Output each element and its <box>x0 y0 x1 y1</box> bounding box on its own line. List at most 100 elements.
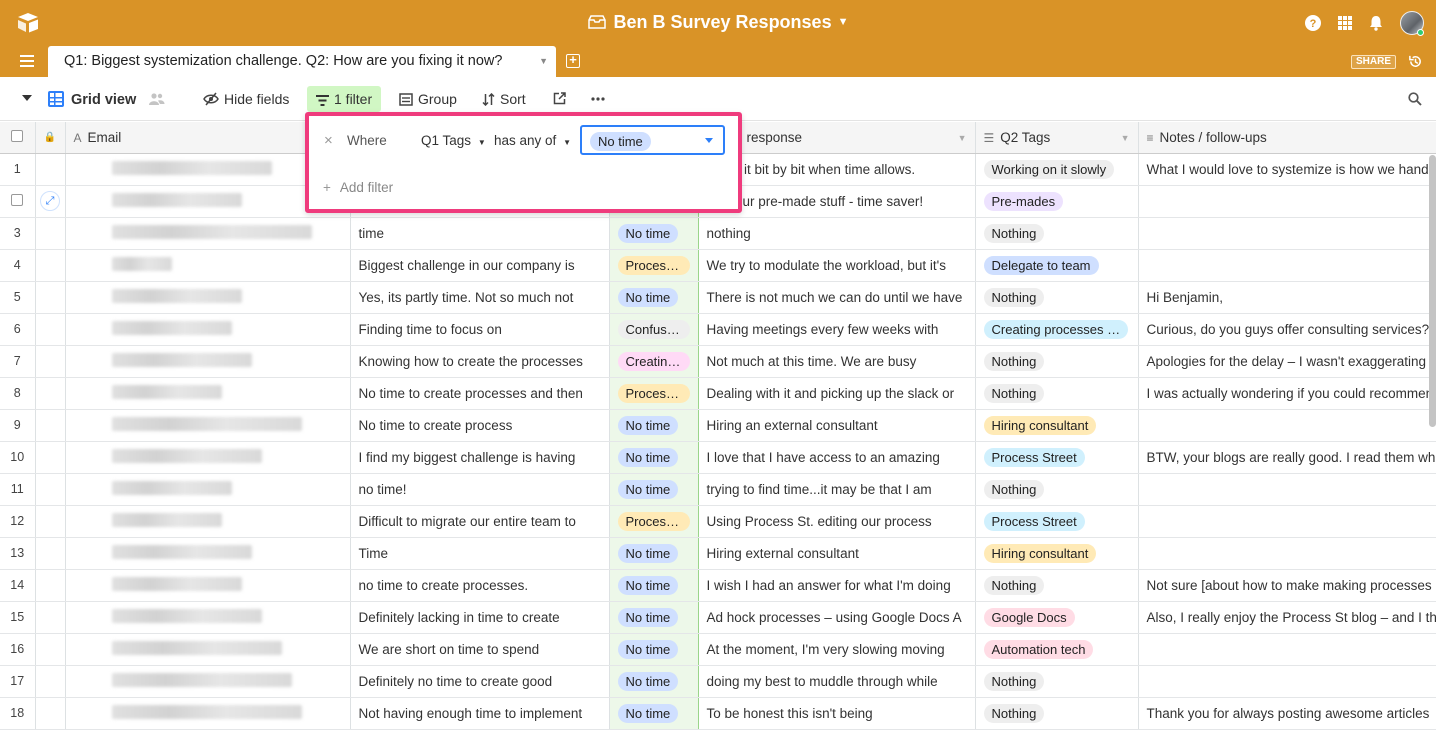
search-icon[interactable] <box>1408 92 1422 106</box>
row-number-cell[interactable]: 14 <box>0 569 36 602</box>
q1-cell[interactable]: no time! <box>350 473 610 506</box>
notes-cell[interactable] <box>1138 505 1436 538</box>
q2-response-cell[interactable]: At the moment, I'm very slowing moving <box>698 633 976 666</box>
row-expand-cell[interactable] <box>35 281 66 314</box>
notes-cell[interactable]: Hi Benjamin, <box>1138 281 1436 314</box>
notes-cell[interactable]: Thank you for always posting awesome art… <box>1138 697 1436 730</box>
q2-response-cell[interactable]: Using Process St. editing our process <box>698 505 976 538</box>
row-number-cell[interactable]: 5 <box>0 281 36 314</box>
email-cell[interactable] <box>65 441 351 474</box>
q2-tags-cell[interactable]: Automation tech <box>975 633 1139 666</box>
q2-response-cell[interactable]: trying to find time...it may be that I a… <box>698 473 976 506</box>
q2-tags-cell[interactable]: Delegate to team <box>975 249 1139 282</box>
row-number-cell[interactable]: 6 <box>0 313 36 346</box>
row-expand-cell[interactable] <box>35 601 66 634</box>
row-expand-cell[interactable] <box>35 473 66 506</box>
notes-cell[interactable] <box>1138 249 1436 282</box>
notes-cell[interactable] <box>1138 665 1436 698</box>
menu-icon[interactable] <box>20 55 34 67</box>
email-cell[interactable] <box>65 697 351 730</box>
email-cell[interactable] <box>65 249 351 282</box>
row-expand-cell[interactable] <box>35 377 66 410</box>
notes-cell[interactable]: What I would love to systemize is how we… <box>1138 153 1436 186</box>
email-cell[interactable] <box>65 569 351 602</box>
q2-tags-cell[interactable]: Hiring consultant <box>975 409 1139 442</box>
table-row[interactable]: 11 no time! No time trying to find time...i… <box>0 473 1436 506</box>
q2-tags-cell[interactable]: Nothing <box>975 697 1139 730</box>
email-cell[interactable] <box>65 537 351 570</box>
tab-table-q1[interactable]: Q1: Biggest systemization challenge. Q2:… <box>48 46 556 77</box>
notes-cell[interactable]: BTW, your blogs are really good. I read … <box>1138 441 1436 474</box>
q1-tags-cell[interactable]: Confuse… <box>609 313 699 346</box>
q1-cell[interactable]: Yes, its partly time. Not so much not <box>350 281 610 314</box>
view-switcher-caret-icon[interactable] <box>22 95 32 101</box>
row-number-cell[interactable]: 4 <box>0 249 36 282</box>
q1-cell[interactable]: Definitely lacking in time to create <box>350 601 610 634</box>
notes-cell[interactable] <box>1138 633 1436 666</box>
row-expand-cell[interactable] <box>35 345 66 378</box>
q1-tags-cell[interactable]: No time <box>609 281 699 314</box>
q1-tags-cell[interactable]: No time <box>609 697 699 730</box>
column-header-notes[interactable]: ≡ Notes / follow-ups <box>1138 122 1436 154</box>
group-button[interactable]: Group <box>399 91 457 107</box>
q2-tags-cell[interactable]: Nothing <box>975 569 1139 602</box>
view-name-button[interactable]: Grid view <box>48 91 170 108</box>
help-icon[interactable]: ? <box>1304 14 1322 32</box>
filter-operator-select[interactable]: has any of ▼ <box>494 133 571 148</box>
q1-cell[interactable]: time <box>350 217 610 250</box>
email-cell[interactable] <box>65 601 351 634</box>
row-number-cell[interactable]: 17 <box>0 665 36 698</box>
q2-tags-cell[interactable]: Nothing <box>975 473 1139 506</box>
q2-response-cell[interactable]: Hiring an external consultant <box>698 409 976 442</box>
q1-tags-cell[interactable]: No time <box>609 633 699 666</box>
row-number-cell[interactable]: 11 <box>0 473 36 506</box>
chevron-down-icon[interactable]: ▼ <box>1121 133 1130 143</box>
q2-response-cell[interactable]: To be honest this isn't being <box>698 697 976 730</box>
table-row[interactable]: 10 I find my biggest challenge is having N… <box>0 441 1436 474</box>
row-expand-cell[interactable] <box>35 505 66 538</box>
notes-cell[interactable]: Curious, do you guys offer consulting se… <box>1138 313 1436 346</box>
q1-tags-cell[interactable]: No time <box>609 441 699 474</box>
q1-cell[interactable]: no time to create processes. <box>350 569 610 602</box>
notes-cell[interactable] <box>1138 217 1436 250</box>
row-expand-cell[interactable]: ⤢ <box>35 185 66 218</box>
row-expand-cell[interactable] <box>35 537 66 570</box>
row-expand-cell[interactable] <box>35 217 66 250</box>
q1-tags-cell[interactable]: Process … <box>609 505 699 538</box>
q1-cell[interactable]: No time to create processes and then <box>350 377 610 410</box>
apps-icon[interactable] <box>1336 14 1354 32</box>
row-expand-cell[interactable] <box>35 313 66 346</box>
row-number-cell[interactable]: 1 <box>0 153 36 186</box>
email-cell[interactable] <box>65 217 351 250</box>
q1-tags-cell[interactable]: Process … <box>609 249 699 282</box>
row-number-cell[interactable]: 9 <box>0 409 36 442</box>
notes-cell[interactable]: Also, I really enjoy the Process St blog… <box>1138 601 1436 634</box>
row-number-cell[interactable]: 18 <box>0 697 36 730</box>
select-all-header[interactable] <box>0 122 36 154</box>
q2-response-cell[interactable]: Hiring external consultant <box>698 537 976 570</box>
base-title[interactable]: Ben B Survey Responses ▼ <box>0 12 1436 33</box>
q2-response-cell[interactable]: Ad hock processes – using Google Docs A <box>698 601 976 634</box>
q1-cell[interactable]: Not having enough time to implement <box>350 697 610 730</box>
q1-cell[interactable]: Time <box>350 537 610 570</box>
q1-tags-cell[interactable]: No time <box>609 217 699 250</box>
table-row[interactable]: 16 We are short on time to spend No time At… <box>0 633 1436 666</box>
filter-field-select[interactable]: Q1 Tags ▼ <box>421 133 486 148</box>
q1-tags-cell[interactable]: No time <box>609 569 699 602</box>
email-cell[interactable] <box>65 377 351 410</box>
table-row[interactable]: 5 Yes, its partly time. Not so much not No… <box>0 281 1436 314</box>
table-row[interactable]: 17 Definitely no time to create good No ti… <box>0 665 1436 698</box>
email-cell[interactable] <box>65 665 351 698</box>
column-header-q2-tags[interactable]: ☰ Q2 Tags ▼ <box>975 122 1139 154</box>
row-number-cell[interactable]: 8 <box>0 377 36 410</box>
row-checkbox[interactable] <box>11 193 24 206</box>
q2-tags-cell[interactable]: Nothing <box>975 281 1139 314</box>
row-number-cell[interactable]: 3 <box>0 217 36 250</box>
q1-cell[interactable]: Definitely no time to create good <box>350 665 610 698</box>
notes-cell[interactable]: I was actually wondering if you could re… <box>1138 377 1436 410</box>
email-cell[interactable] <box>65 633 351 666</box>
q2-response-cell[interactable]: I wish I had an answer for what I'm doin… <box>698 569 976 602</box>
row-expand-cell[interactable] <box>35 633 66 666</box>
q2-response-cell[interactable]: I love that I have access to an amazing <box>698 441 976 474</box>
share-view-icon[interactable] <box>553 92 566 105</box>
